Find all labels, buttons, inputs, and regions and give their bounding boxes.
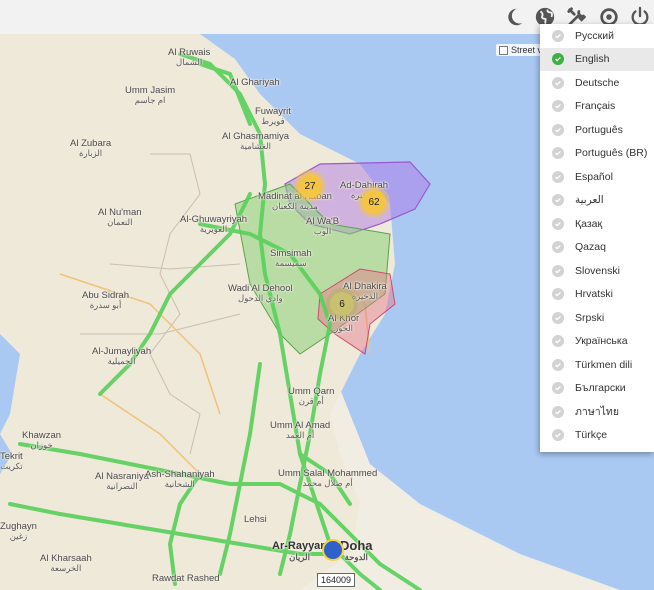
place-label: Al Khor الخور (328, 313, 360, 333)
place-label: Doha الدوحة (340, 538, 373, 562)
check-icon (552, 405, 564, 418)
check-icon (552, 288, 564, 301)
language-item-english[interactable]: English (540, 47, 654, 71)
place-label: Umm Jasim ام جاسم (125, 85, 176, 105)
check-icon (552, 123, 564, 136)
place-label: Wadi Al Dehool وادي الدحول (228, 283, 293, 303)
place-label: Al Wa'B الوب (306, 216, 340, 236)
place-label: Simsimah سميسمة (270, 248, 312, 268)
check-icon (552, 241, 564, 254)
place-label: Ash-Shahaniyah الشحانية (145, 469, 215, 489)
place-label: Al-Jumayliyah الجميلية (92, 346, 152, 366)
place-label: Umm Al Amad أم العمد (270, 420, 331, 440)
language-item-serbian[interactable]: Srpski (540, 306, 654, 330)
place-label: Al-Ghuwayriyah الغويرية (180, 214, 248, 234)
check-icon (552, 358, 564, 371)
place-label: Zughayn زغين (0, 521, 37, 541)
place-label: Madinat al Kaban مدينة الكعبان (258, 191, 332, 211)
language-item-turkmen[interactable]: Türkmen dili (540, 353, 654, 377)
place-label: Umm Qarn أم قرن (288, 386, 335, 406)
language-item-portuguese[interactable]: Português (540, 118, 654, 142)
place-label: Al Kharsaah الخرسعة (40, 553, 92, 573)
place-label: Lehsi (244, 514, 267, 525)
check-icon (552, 29, 564, 42)
place-label: Fuwayrit فويرط (255, 106, 291, 126)
marker-cluster[interactable]: 6 (330, 292, 354, 316)
language-item-slovenian[interactable]: Slovenski (540, 259, 654, 283)
vehicle-id-label[interactable]: 164009 (317, 573, 356, 587)
check-icon (552, 217, 564, 230)
check-icon (552, 53, 564, 66)
language-item-spanish[interactable]: Español (540, 165, 654, 189)
marker-cluster[interactable]: 27 (298, 174, 322, 198)
street-view-checkbox[interactable] (499, 45, 508, 55)
place-label: Ar-Rayyan الريان (272, 540, 328, 562)
check-icon (552, 382, 564, 395)
language-item-french[interactable]: Français (540, 95, 654, 119)
language-item-kazakh-latin[interactable]: Qazaq (540, 236, 654, 260)
check-icon (552, 147, 564, 160)
check-icon (552, 335, 564, 348)
place-label: Umm Salal Mohammed أم صلال محمد (278, 468, 378, 488)
app-window: Al Ruwais الشمال Umm Jasim ام جاسم Al Ghar… (0, 0, 654, 590)
vehicle-marker[interactable] (322, 539, 344, 561)
language-item-kazakh[interactable]: Қазақ (540, 212, 654, 236)
place-label: Abu Sidrah أبو سدرة (82, 290, 130, 310)
place-label: Al Ruwais الشمال (168, 47, 211, 67)
language-item-russian[interactable]: Русский (540, 24, 654, 48)
language-item-bulgarian[interactable]: Български (540, 377, 654, 401)
language-item-croatian[interactable]: Hrvatski (540, 283, 654, 307)
check-icon (552, 429, 564, 442)
place-label: Al Nu'man النعمان (98, 207, 142, 227)
language-item-turkish[interactable]: Türkçe (540, 424, 654, 448)
place-label: Rawdat Rashed (152, 573, 220, 584)
place-label: Al Zubara الزبارة (70, 138, 112, 158)
place-label: Al Ghasmamiya الغشامية (222, 131, 290, 151)
check-icon (552, 264, 564, 277)
check-icon (552, 194, 564, 207)
check-icon (552, 100, 564, 113)
place-label: Al Nasraniya النصرانية (95, 471, 149, 491)
language-item-arabic[interactable]: العربية (540, 189, 654, 213)
place-label: Al Ghariyah (230, 77, 280, 88)
check-icon (552, 311, 564, 324)
marker-cluster[interactable]: 62 (362, 190, 386, 214)
language-item-ukrainian[interactable]: Українська (540, 330, 654, 354)
place-label: Tekrit تكريت (0, 451, 23, 471)
language-menu: Русский English Deutsche Français Portug… (540, 24, 654, 452)
place-label: Khawzan خوزان (22, 430, 62, 450)
moon-icon[interactable] (501, 4, 527, 30)
language-item-german[interactable]: Deutsche (540, 71, 654, 95)
language-item-portuguese-br[interactable]: Português (BR) (540, 142, 654, 166)
check-icon (552, 76, 564, 89)
language-item-thai[interactable]: ภาษาไทย (540, 400, 654, 424)
check-icon (552, 170, 564, 183)
